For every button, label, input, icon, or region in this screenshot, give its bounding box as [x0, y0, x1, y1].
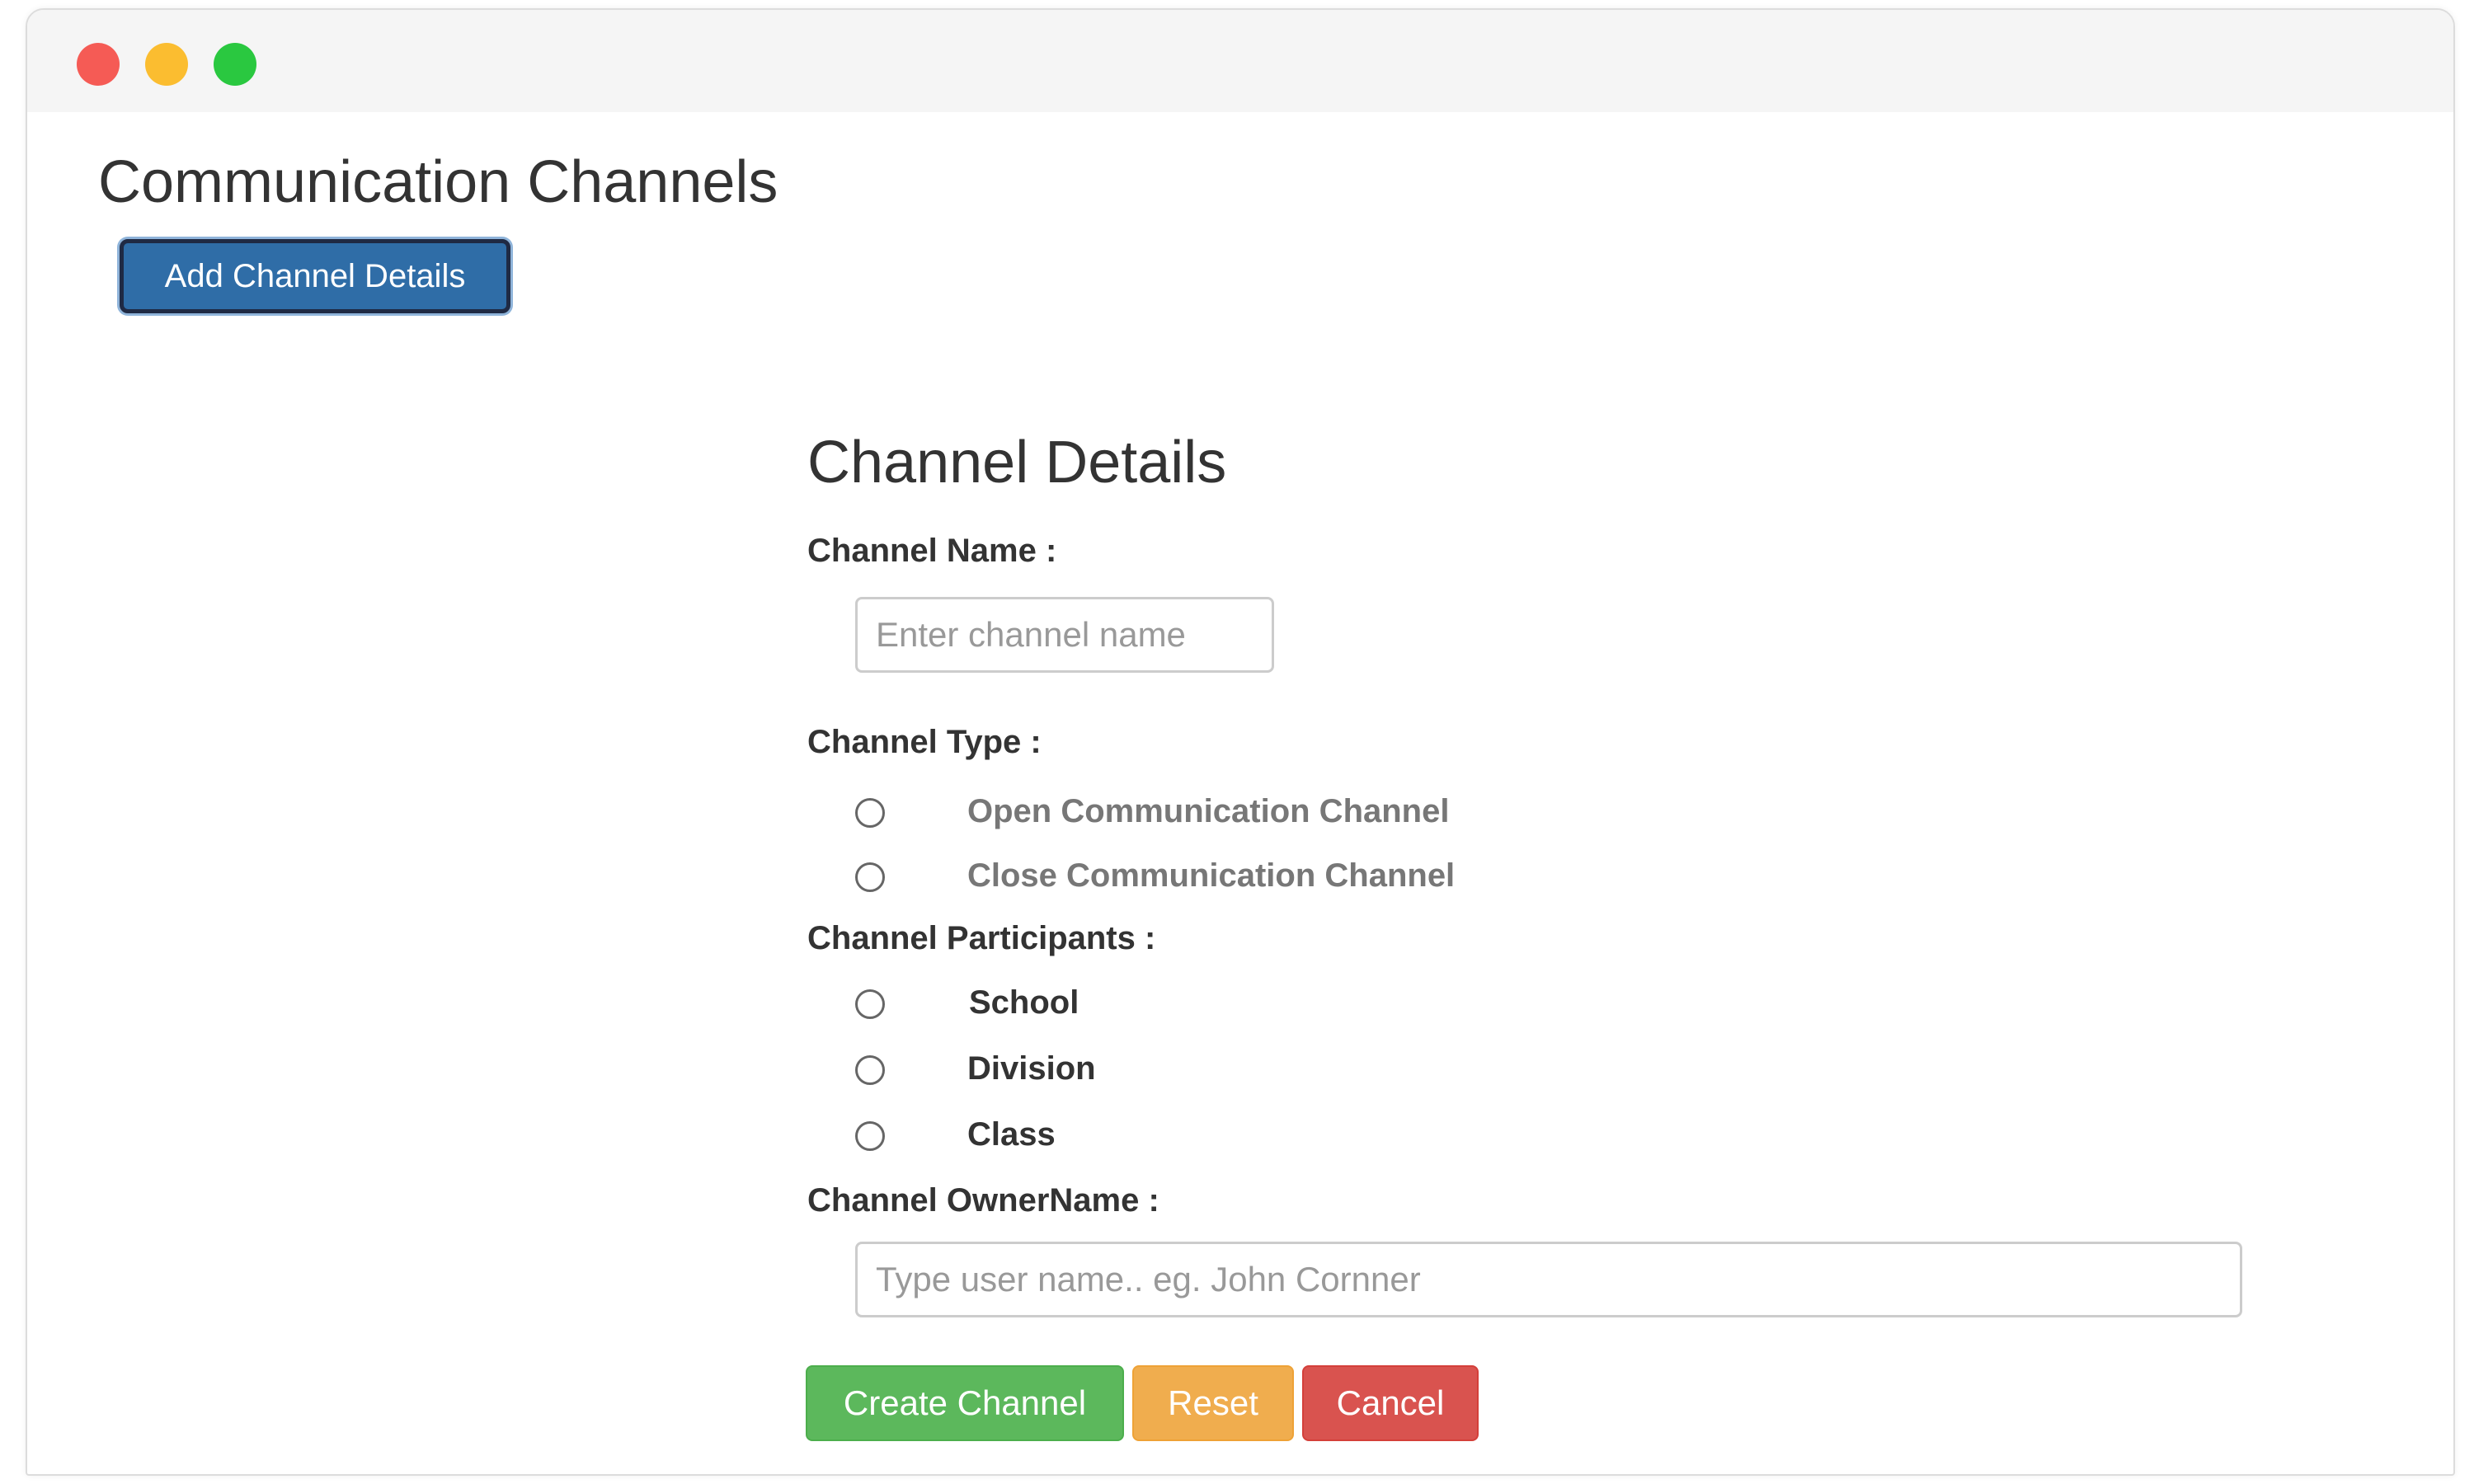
page-title: Communication Channels — [98, 149, 778, 215]
class-radio[interactable] — [855, 1121, 885, 1151]
cancel-button[interactable]: Cancel — [1302, 1365, 1479, 1441]
channel-participants-label: Channel Participants : — [807, 920, 1156, 956]
channel-name-label: Channel Name : — [807, 533, 1057, 569]
channel-name-input[interactable] — [855, 597, 1274, 673]
channel-owner-name-label: Channel OwnerName : — [807, 1182, 1159, 1219]
reset-button[interactable]: Reset — [1132, 1365, 1294, 1441]
division-radio[interactable] — [855, 1055, 885, 1085]
participant-class-option[interactable] — [855, 1116, 885, 1156]
channel-type-open-option[interactable] — [855, 793, 885, 833]
add-channel-details-button[interactable]: Add Channel Details — [120, 239, 510, 313]
school-radio[interactable] — [855, 989, 885, 1019]
class-label: Class — [967, 1116, 1056, 1153]
open-channel-radio[interactable] — [855, 798, 885, 828]
channel-details-title: Channel Details — [807, 430, 1227, 495]
open-channel-label: Open Communication Channel — [967, 793, 1450, 829]
create-channel-button[interactable]: Create Channel — [806, 1365, 1124, 1441]
participant-school-option[interactable] — [855, 984, 885, 1024]
window-titlebar — [27, 10, 2453, 112]
minimize-icon[interactable] — [145, 43, 188, 86]
school-label: School — [969, 984, 1079, 1021]
close-icon[interactable] — [77, 43, 120, 86]
division-label: Division — [967, 1050, 1096, 1087]
channel-type-label: Channel Type : — [807, 724, 1042, 760]
close-channel-label: Close Communication Channel — [967, 857, 1456, 894]
app-window: Communication Channels Add Channel Detai… — [26, 8, 2455, 1476]
owner-name-input[interactable] — [855, 1242, 2242, 1317]
maximize-icon[interactable] — [214, 43, 256, 86]
participant-division-option[interactable] — [855, 1050, 885, 1090]
close-channel-radio[interactable] — [855, 862, 885, 892]
channel-type-close-option[interactable] — [855, 857, 885, 897]
